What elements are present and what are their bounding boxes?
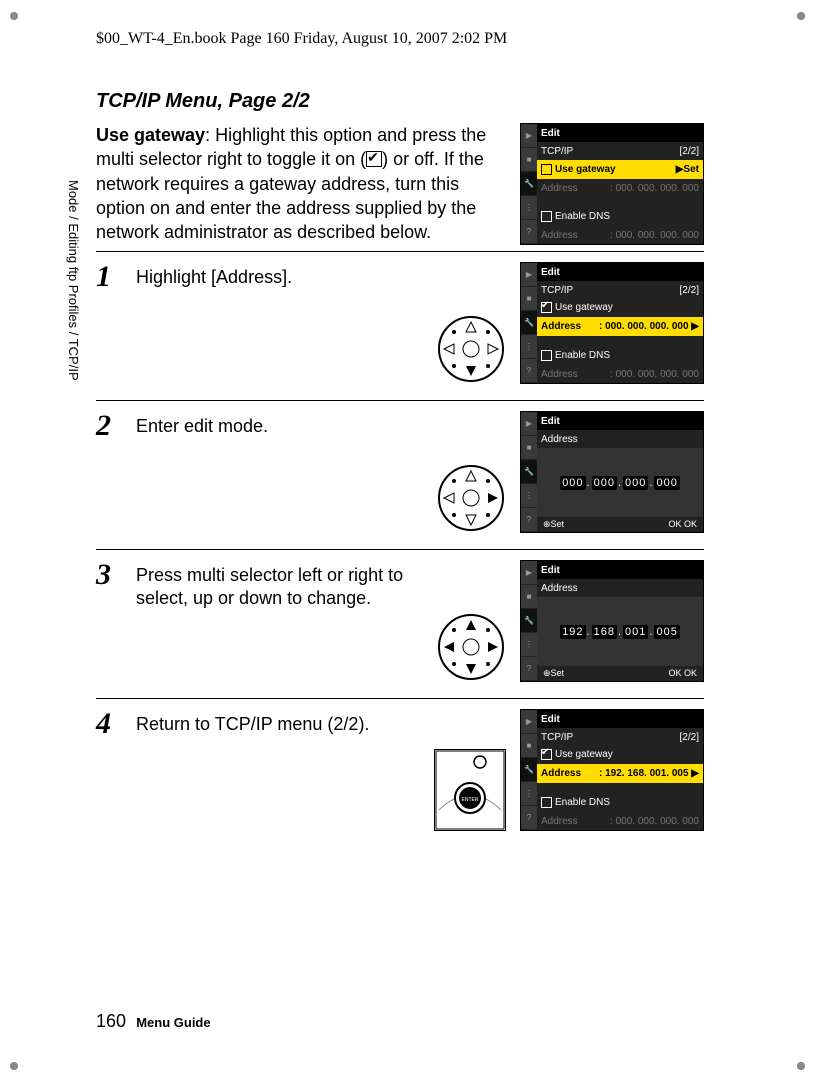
multi-selector-icon xyxy=(436,612,506,682)
svg-text:ENTER: ENTER xyxy=(462,797,479,803)
camera-screen-3: ▶■🔧⋮? Edit Address 192.168.001.005 ⊕SetO… xyxy=(520,560,704,682)
scr-addr-v: : 000. 000. 000. 000 xyxy=(610,183,699,194)
scr-dns: Enable DNS xyxy=(555,351,610,362)
scr-addr-l: Address xyxy=(541,183,578,194)
crop-mark xyxy=(4,6,24,26)
scr-addr2-v: : 000. 000. 000. 000 xyxy=(610,230,699,241)
scr-addr2-v: : 000. 000. 000. 000 xyxy=(610,816,699,827)
octet: 001 xyxy=(623,625,648,639)
scr-address: Address xyxy=(541,583,578,594)
scr-page: [2/2] xyxy=(680,146,699,157)
side-tab-label: Mode / Editing ftp Profiles / TCP/IP xyxy=(66,180,81,381)
camera-screen-4: ▶■🔧⋮? Edit TCP/IP[2/2] Use gateway Addre… xyxy=(520,709,704,831)
enter-button-icon: ENTER xyxy=(434,749,506,831)
checkbox-icon xyxy=(366,151,382,167)
crop-mark xyxy=(4,1056,24,1076)
scr-addr2-l: Address xyxy=(541,369,578,380)
scr-addr2-v: : 000. 000. 000. 000 xyxy=(610,369,699,380)
scr-page: [2/2] xyxy=(680,732,699,743)
scr-set: Set xyxy=(551,519,565,529)
octet: 005 xyxy=(654,625,679,639)
scr-page: [2/2] xyxy=(680,285,699,296)
scr-edit: Edit xyxy=(541,128,560,139)
scr-set: Set xyxy=(551,668,565,678)
scr-dns: Enable DNS xyxy=(555,798,610,809)
section-title: TCP/IP Menu, Page 2/2 xyxy=(96,90,704,113)
step-number-1: 1 xyxy=(96,262,124,292)
page-body: TCP/IP Menu, Page 2/2 Use gateway: Highl… xyxy=(96,90,704,841)
octet: 000 xyxy=(560,476,585,490)
scr-address: Address xyxy=(541,434,578,445)
octet: 192 xyxy=(560,625,585,639)
scr-edit: Edit xyxy=(541,714,560,725)
scr-addr-l: Address xyxy=(541,321,581,332)
scr-ok: OK xyxy=(684,519,697,529)
octet: 168 xyxy=(592,625,617,639)
intro-lead: Use gateway xyxy=(96,125,205,145)
step-number-2: 2 xyxy=(96,411,124,441)
page-number: 160 xyxy=(96,1011,126,1031)
intro-paragraph: Use gateway: Highlight this option and p… xyxy=(96,123,508,244)
scr-dns: Enable DNS xyxy=(555,212,610,223)
address-octets: 000.000.000.000 xyxy=(559,476,681,490)
scr-tcpip: TCP/IP xyxy=(541,732,573,743)
scr-edit: Edit xyxy=(541,565,560,576)
scr-tcpip: TCP/IP xyxy=(541,146,573,157)
scr-addr-l: Address xyxy=(541,768,581,779)
pdf-header: $00_WT-4_En.book Page 160 Friday, August… xyxy=(96,30,507,48)
step-text-3: Press multi selector left or right to se… xyxy=(136,560,424,611)
step-number-3: 3 xyxy=(96,560,124,590)
step-text-1: Highlight [Address]. xyxy=(136,262,424,289)
scr-use-gateway: Use gateway xyxy=(555,164,616,175)
scr-addr2-l: Address xyxy=(541,230,578,241)
scr-use-gateway: Use gateway xyxy=(555,750,613,761)
crop-mark xyxy=(791,6,811,26)
camera-screen-2: ▶■🔧⋮? Edit Address 000.000.000.000 ⊕SetO… xyxy=(520,411,704,533)
multi-selector-icon xyxy=(436,314,506,384)
scr-tcpip: TCP/IP xyxy=(541,285,573,296)
footer: 160 Menu Guide xyxy=(96,1011,211,1032)
step-text-4: Return to TCP/IP menu (2/2). xyxy=(136,709,422,736)
scr-addr-v: : 192. 168. 001. 005 xyxy=(599,768,689,779)
octet: 000 xyxy=(654,476,679,490)
camera-screen-0: ▶■🔧⋮? Edit TCP/IP[2/2] Use gateway▶Set A… xyxy=(520,123,704,245)
address-octets: 192.168.001.005 xyxy=(559,625,681,639)
scr-ok: OK xyxy=(684,668,697,678)
camera-screen-1: ▶■🔧⋮? Edit TCP/IP[2/2] Use gateway Addre… xyxy=(520,262,704,384)
scr-use-gateway: Use gateway xyxy=(555,303,613,314)
scr-edit: Edit xyxy=(541,416,560,427)
multi-selector-icon xyxy=(436,463,506,533)
step-number-4: 4 xyxy=(96,709,124,739)
step-text-2: Enter edit mode. xyxy=(136,411,424,438)
scr-set: ▶Set xyxy=(676,164,699,175)
footer-title: Menu Guide xyxy=(136,1015,210,1030)
octet: 000 xyxy=(623,476,648,490)
scr-edit: Edit xyxy=(541,267,560,278)
crop-mark xyxy=(791,1056,811,1076)
scr-addr-v: : 000. 000. 000. 000 xyxy=(599,321,689,332)
scr-addr2-l: Address xyxy=(541,816,578,827)
octet: 000 xyxy=(592,476,617,490)
